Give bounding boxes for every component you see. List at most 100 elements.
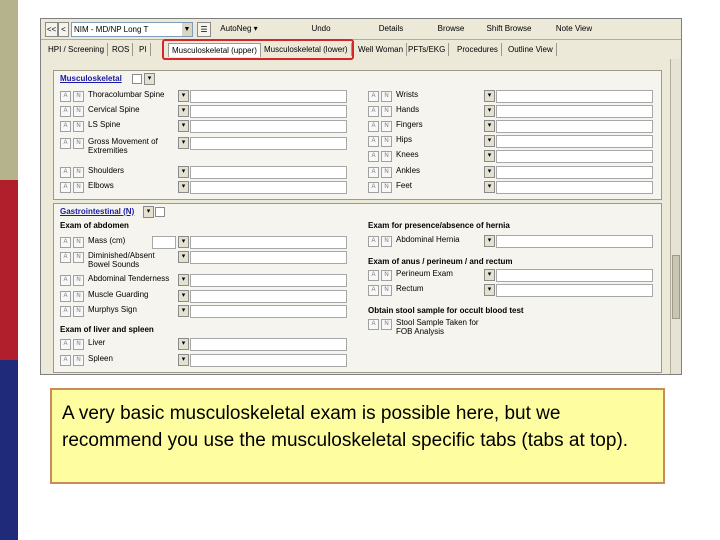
exam-text-field[interactable] <box>496 181 653 194</box>
normal-toggle[interactable]: N <box>73 275 84 286</box>
normal-toggle[interactable]: N <box>73 167 84 178</box>
exam-text-field[interactable] <box>190 120 347 133</box>
normal-toggle[interactable]: N <box>381 106 392 117</box>
abnormal-toggle[interactable]: A <box>368 167 379 178</box>
shift-browse-button[interactable]: Shift Browse <box>481 22 537 35</box>
exam-text-field[interactable] <box>190 354 347 367</box>
normal-toggle[interactable]: N <box>381 91 392 102</box>
exam-text-field[interactable] <box>190 137 347 150</box>
normal-toggle[interactable]: N <box>381 319 392 330</box>
abnormal-toggle[interactable]: A <box>368 270 379 281</box>
chevron-down-icon[interactable]: ▾ <box>178 166 189 178</box>
exam-text-field[interactable] <box>190 251 347 264</box>
normal-toggle[interactable]: N <box>73 355 84 366</box>
normal-toggle[interactable]: N <box>73 138 84 149</box>
normal-toggle[interactable]: N <box>381 182 392 193</box>
exam-text-field[interactable] <box>190 338 347 351</box>
exam-text-field[interactable] <box>496 235 653 248</box>
chevron-down-icon[interactable]: ▾ <box>178 274 189 286</box>
abnormal-toggle[interactable]: A <box>60 306 71 317</box>
tab-hpi-screening[interactable]: HPI / Screening <box>45 43 109 56</box>
chevron-down-icon[interactable]: ▾ <box>178 90 189 102</box>
exam-text-field[interactable] <box>496 150 653 163</box>
normal-toggle[interactable]: N <box>73 106 84 117</box>
normal-toggle[interactable]: N <box>73 252 84 263</box>
normal-toggle[interactable]: N <box>381 167 392 178</box>
exam-text-field[interactable] <box>190 305 347 318</box>
normal-toggle[interactable]: N <box>73 121 84 132</box>
exam-text-field[interactable] <box>190 90 347 103</box>
chevron-down-icon[interactable]: ▾ <box>484 90 495 102</box>
abnormal-toggle[interactable]: A <box>60 121 71 132</box>
abnormal-toggle[interactable]: A <box>60 291 71 302</box>
abnormal-toggle[interactable]: A <box>368 91 379 102</box>
undo-button[interactable]: Undo <box>303 22 339 35</box>
abnormal-toggle[interactable]: A <box>60 237 71 248</box>
section-dropdown[interactable]: ▾ <box>143 206 154 218</box>
exam-text-field[interactable] <box>496 135 653 148</box>
chevron-down-icon[interactable]: ▾ <box>484 120 495 132</box>
tab-pi[interactable]: PI <box>136 43 151 56</box>
tab-pfts-ekg[interactable]: PFTs/EKG <box>405 43 450 56</box>
exam-text-field[interactable] <box>496 166 653 179</box>
abnormal-toggle[interactable]: A <box>60 106 71 117</box>
section-checkbox[interactable] <box>132 74 142 84</box>
menu-icon[interactable]: ☰ <box>197 22 211 37</box>
abnormal-toggle[interactable]: A <box>60 91 71 102</box>
normal-toggle[interactable]: N <box>381 121 392 132</box>
abnormal-toggle[interactable]: A <box>368 285 379 296</box>
normal-toggle[interactable]: N <box>73 91 84 102</box>
normal-toggle[interactable]: N <box>381 136 392 147</box>
exam-text-field[interactable] <box>190 181 347 194</box>
normal-toggle[interactable]: N <box>73 182 84 193</box>
tab-procedures[interactable]: Procedures <box>454 43 502 56</box>
abnormal-toggle[interactable]: A <box>60 182 71 193</box>
section-dropdown[interactable]: ▾ <box>144 73 155 85</box>
normal-toggle[interactable]: N <box>73 306 84 317</box>
exam-text-field[interactable] <box>496 269 653 282</box>
abnormal-toggle[interactable]: A <box>368 182 379 193</box>
exam-text-field[interactable] <box>190 274 347 287</box>
tab-well-woman[interactable]: Well Woman <box>355 43 408 56</box>
chevron-down-icon[interactable]: ▾ <box>484 135 495 147</box>
abnormal-toggle[interactable]: A <box>60 275 71 286</box>
normal-toggle[interactable]: N <box>381 285 392 296</box>
abnormal-toggle[interactable]: A <box>368 121 379 132</box>
abnormal-toggle[interactable]: A <box>60 252 71 263</box>
abnormal-toggle[interactable]: A <box>368 236 379 247</box>
autoneg-button[interactable]: AutoNeg ▾ <box>217 22 261 35</box>
exam-text-field[interactable] <box>496 120 653 133</box>
scrollbar-thumb[interactable] <box>672 255 680 319</box>
chevron-down-icon[interactable]: ▾ <box>178 251 189 263</box>
normal-toggle[interactable]: N <box>381 270 392 281</box>
abnormal-toggle[interactable]: A <box>368 136 379 147</box>
abnormal-toggle[interactable]: A <box>60 339 71 350</box>
normal-toggle[interactable]: N <box>73 291 84 302</box>
abnormal-toggle[interactable]: A <box>60 167 71 178</box>
chevron-down-icon[interactable]: ▾ <box>178 354 189 366</box>
abnormal-toggle[interactable]: A <box>368 151 379 162</box>
chevron-down-icon[interactable]: ▾ <box>484 166 495 178</box>
nav-first-button[interactable]: << <box>45 22 58 37</box>
normal-toggle[interactable]: N <box>381 151 392 162</box>
abnormal-toggle[interactable]: A <box>368 106 379 117</box>
note-view-button[interactable]: Note View <box>551 22 597 35</box>
exam-text-field[interactable] <box>190 236 347 249</box>
abnormal-toggle[interactable]: A <box>368 319 379 330</box>
chevron-down-icon[interactable]: ▾ <box>484 269 495 281</box>
chevron-down-icon[interactable]: ▾ <box>484 284 495 296</box>
tab-ros[interactable]: ROS <box>109 43 134 56</box>
browse-button[interactable]: Browse <box>431 22 471 35</box>
abnormal-toggle[interactable]: A <box>60 355 71 366</box>
chevron-down-icon[interactable]: ▾ <box>484 150 495 162</box>
mass-size-field[interactable] <box>152 236 176 249</box>
template-select[interactable]: NIM - MD/NP Long T ▼ <box>71 22 193 37</box>
normal-toggle[interactable]: N <box>73 339 84 350</box>
chevron-down-icon[interactable]: ▾ <box>484 105 495 117</box>
tab-outline-view[interactable]: Outline View <box>505 43 557 56</box>
exam-text-field[interactable] <box>496 90 653 103</box>
chevron-down-icon[interactable]: ▾ <box>484 235 495 247</box>
section-checkbox[interactable] <box>155 207 165 217</box>
chevron-down-icon[interactable]: ▾ <box>484 181 495 193</box>
exam-text-field[interactable] <box>190 166 347 179</box>
